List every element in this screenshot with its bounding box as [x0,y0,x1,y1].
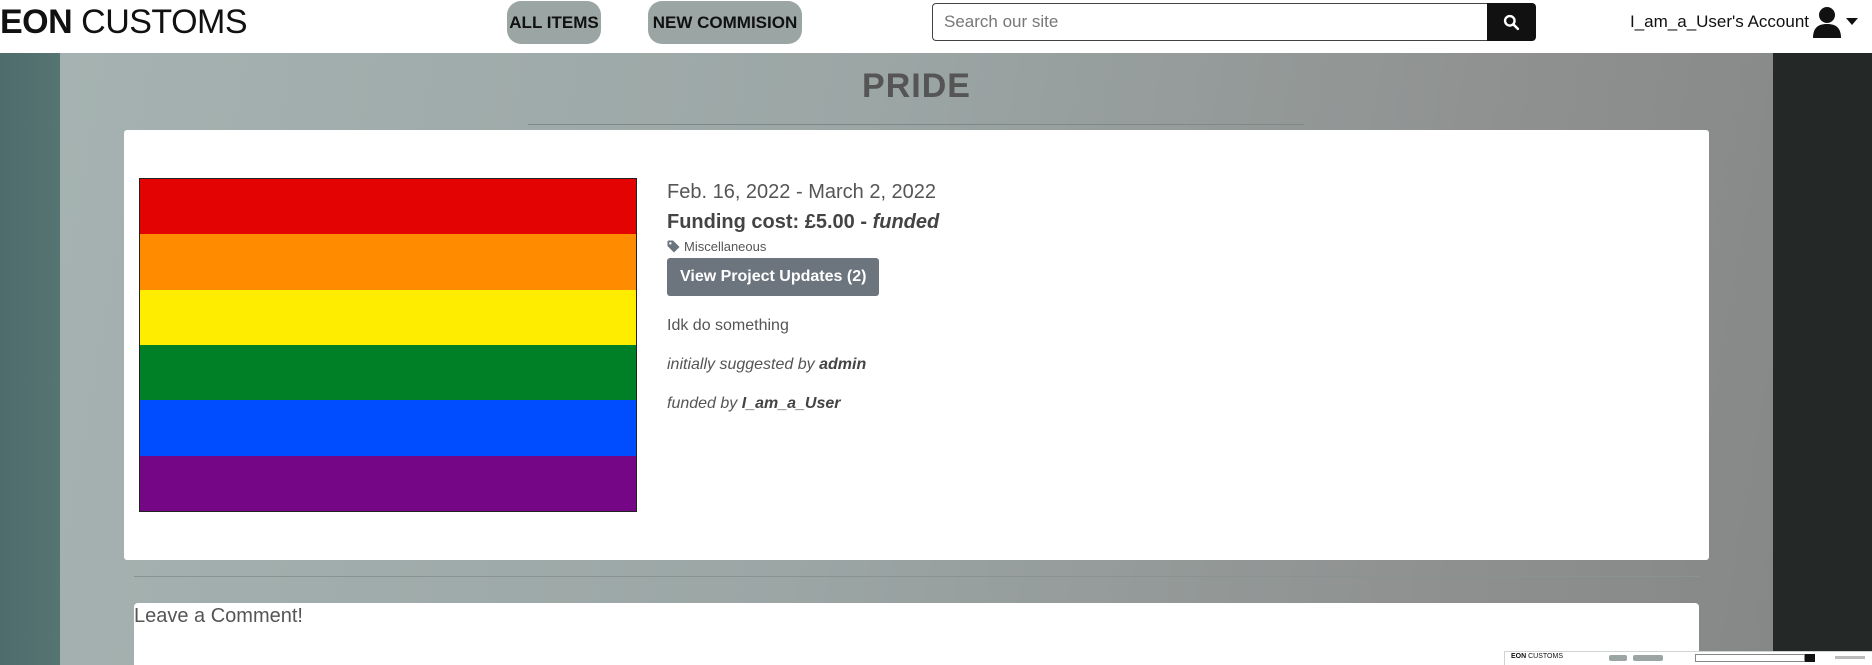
thumbnail-nav-button [1609,655,1627,661]
funded-by-prefix: funded by [667,395,742,412]
project-category[interactable]: Miscellaneous [667,239,939,254]
funded-by-line: funded by I_am_a_User [667,395,939,413]
funding-status: funded [872,211,940,233]
thumbnail-account [1835,656,1865,659]
flag-stripe-blue [140,400,636,456]
logo-text: CUSTOMS [72,3,248,41]
category-label: Miscellaneous [684,239,767,254]
right-sidebar-background [1773,53,1872,665]
project-image-rainbow-flag [139,178,637,512]
view-project-updates-button[interactable]: View Project Updates (2) [667,258,880,296]
funded-by-user: I_am_a_User [741,395,841,412]
suggested-by-prefix: initially suggested by [667,356,820,373]
comments-divider [134,576,1699,577]
search-form [932,3,1536,41]
search-icon [1503,14,1520,30]
flag-stripe-green [140,344,636,401]
suggested-by-line: initially suggested by admin [667,356,939,374]
funding-cost-label: Funding cost: £5.00 - [667,211,873,233]
funding-cost: Funding cost: £5.00 - funded [667,210,939,234]
comment-section: Leave a Comment! [134,603,1699,665]
search-input[interactable] [932,3,1488,41]
thumbnail-logo: EON CUSTOMS [1511,653,1563,660]
thumbnail-logo-bold: EON [1511,653,1527,660]
all-items-button[interactable]: ALL ITEMS [507,1,601,44]
comment-section-title: Leave a Comment! [134,605,303,627]
account-label: I_am_a_User's Account [1630,12,1810,31]
thumbnail-search [1695,654,1805,662]
user-icon [1813,7,1842,38]
project-description: Idk do something [667,317,789,334]
left-sidebar-background [0,53,60,665]
flag-stripe-orange [140,234,636,290]
page-title: PRIDE [862,67,971,105]
thumbnail-nav-button [1633,655,1663,661]
site-header: EON CUSTOMS ALL ITEMS NEW COMMISION I_am… [0,0,1872,53]
search-button[interactable] [1487,3,1536,41]
suggested-by-user: admin [819,356,867,373]
tag-icon [667,240,680,253]
thumbnail-search-button [1805,654,1815,662]
new-commission-button[interactable]: NEW COMMISION [648,1,802,44]
logo-bold-text: EON [0,3,73,41]
project-card: Feb. 16, 2022 - March 2, 2022 Funding co… [124,130,1709,560]
caret-down-icon [1846,18,1859,25]
title-divider [528,124,1304,125]
flag-stripe-purple [140,455,636,511]
thumbnail-logo-text: CUSTOMS [1526,653,1563,660]
flag-stripe-red [140,179,636,235]
project-dates: Feb. 16, 2022 - March 2, 2022 [667,181,937,203]
account-dropdown[interactable]: I_am_a_User's Account [1630,2,1859,42]
site-logo[interactable]: EON CUSTOMS [0,2,248,42]
page-thumbnail-preview: EON CUSTOMS [1504,651,1872,665]
project-info: Feb. 16, 2022 - March 2, 2022 Funding co… [667,180,939,413]
flag-stripe-yellow [140,289,636,345]
